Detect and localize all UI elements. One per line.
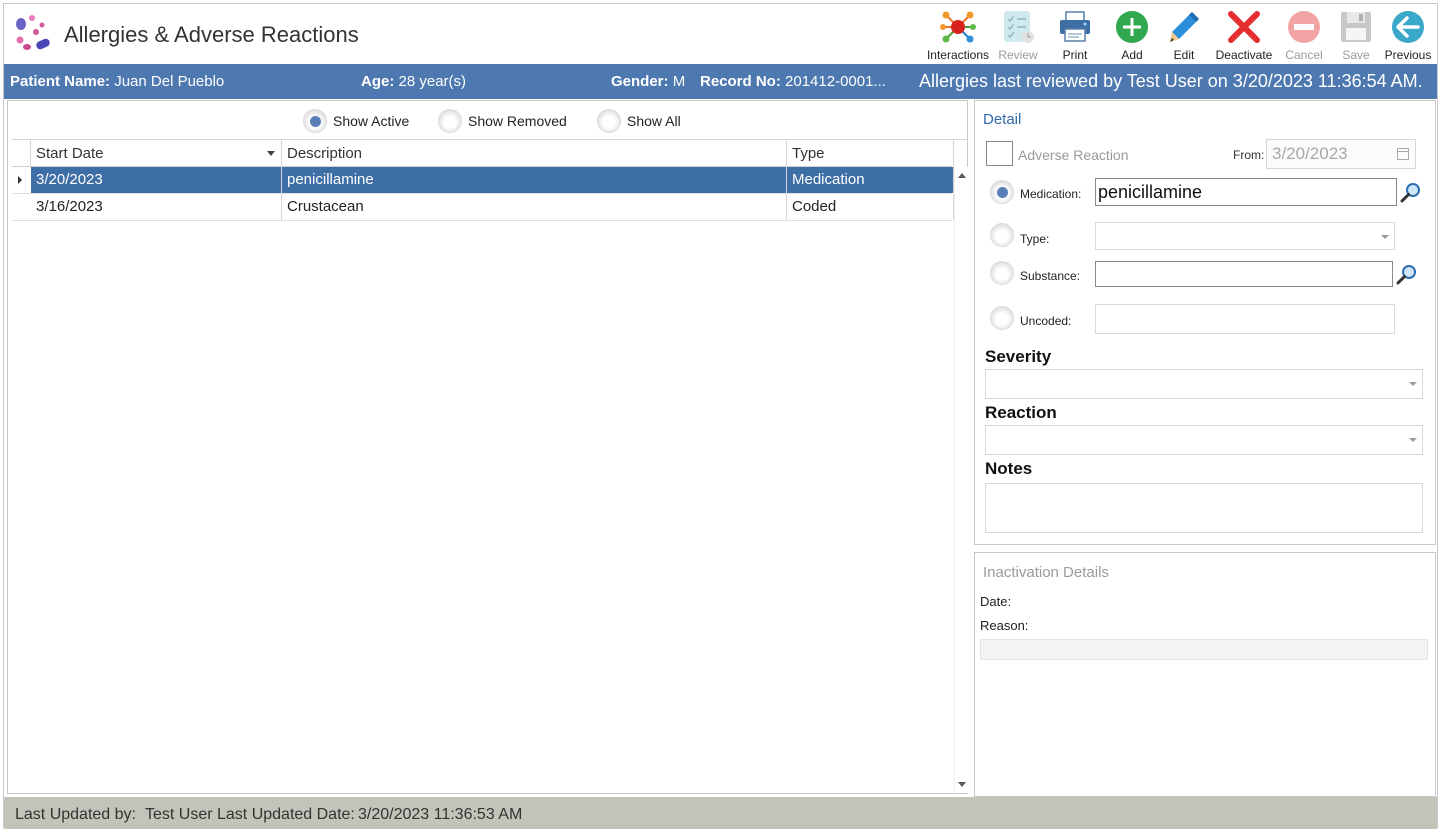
cell-description: penicillamine (282, 167, 787, 193)
adverse-reaction-label: Adverse Reaction (1018, 147, 1129, 163)
substance-input[interactable] (1095, 261, 1393, 287)
interactions-button[interactable]: Interactions (925, 6, 991, 62)
allergy-list-panel: Show Active Show Removed Show All Start … (7, 100, 968, 794)
pills-logo-icon (16, 15, 50, 50)
cell-start-date: 3/16/2023 (31, 194, 282, 220)
header: Allergies & Adverse Reactions Interactio… (4, 4, 1437, 64)
reaction-dropdown[interactable] (985, 425, 1423, 455)
scroll-down-arrow-icon[interactable] (958, 782, 966, 787)
calendar-icon[interactable] (1397, 148, 1409, 160)
last-updated-date-label: Last Updated Date: (217, 806, 355, 823)
cell-description: Crustacean (282, 194, 787, 220)
sort-descending-icon (267, 151, 275, 156)
scroll-up-arrow-icon[interactable] (958, 173, 966, 178)
adverse-reaction-checkbox[interactable] (986, 141, 1013, 166)
inactivation-panel: Inactivation Details Date: Reason: (974, 552, 1436, 797)
last-updated-by-label: Last Updated by: (15, 806, 136, 823)
print-button[interactable]: Print (1045, 6, 1105, 62)
last-updated-by-value: Test User (145, 806, 213, 823)
chevron-down-icon (1409, 382, 1417, 386)
type-label: Type: (1020, 232, 1050, 246)
severity-dropdown[interactable] (985, 369, 1423, 399)
printer-icon (1060, 11, 1090, 42)
inactivation-date-label: Date: (980, 594, 1012, 609)
patient-age: Age: 28 year(s) (361, 73, 467, 90)
notes-textarea[interactable] (985, 483, 1423, 533)
substance-label: Substance: (1020, 269, 1081, 283)
reaction-label: Reaction (985, 403, 1057, 422)
detail-panel: Detail Adverse Reaction From: 3/20/2023 … (974, 100, 1436, 545)
app-window: Allergies & Adverse Reactions Interactio… (3, 3, 1438, 829)
deactivate-button[interactable]: Deactivate (1211, 6, 1277, 62)
save-button[interactable]: Save (1331, 6, 1381, 62)
chevron-down-icon (1409, 438, 1417, 442)
table-row[interactable]: 3/16/2023 Crustacean Coded (12, 194, 954, 221)
current-row-indicator-icon (18, 176, 22, 184)
detail-title: Detail (983, 111, 1022, 128)
patient-gender: Gender: M (611, 73, 686, 90)
patient-info-bar: Patient Name: Juan Del Pueblo Age: 28 ye… (4, 64, 1437, 99)
show-removed-radio[interactable]: Show Removed (438, 109, 567, 133)
last-reviewed-text: Allergies last reviewed by Test User on … (919, 71, 1423, 91)
add-button[interactable]: Add (1107, 6, 1157, 62)
column-header-description[interactable]: Description (282, 140, 787, 167)
radio-button[interactable] (597, 109, 621, 133)
uncoded-label: Uncoded: (1020, 314, 1072, 328)
row-selector-header (12, 140, 31, 166)
molecule-icon (940, 11, 976, 43)
status-footer: Last Updated by: Test User Last Updated … (4, 797, 1437, 829)
patient-record-number: Record No: 201412-0001... (700, 73, 886, 90)
page-title: Allergies & Adverse Reactions (64, 22, 359, 47)
show-active-radio[interactable]: Show Active (303, 109, 409, 133)
column-header-start-date[interactable]: Start Date (31, 140, 282, 167)
medication-input[interactable]: penicillamine (1095, 178, 1397, 206)
vertical-scrollbar[interactable] (954, 167, 968, 793)
from-date-input[interactable]: 3/20/2023 (1266, 139, 1416, 169)
table-row[interactable]: 3/20/2023 penicillamine Medication (12, 167, 954, 194)
cell-type: Medication (787, 167, 954, 193)
patient-name: Patient Name: Juan Del Pueblo (10, 73, 225, 90)
floppy-disk-icon (1341, 12, 1371, 42)
magnifier-icon[interactable] (1395, 262, 1419, 286)
uncoded-input[interactable] (1095, 304, 1395, 334)
severity-label: Severity (985, 347, 1052, 366)
last-updated-date-value: 3/20/2023 11:36:53 AM (358, 806, 523, 823)
column-header-type[interactable]: Type (787, 140, 954, 167)
medication-radio[interactable] (990, 180, 1014, 204)
inactivation-reason-field (980, 639, 1428, 660)
cell-type: Coded (787, 194, 954, 220)
cell-start-date: 3/20/2023 (31, 167, 282, 193)
substance-radio[interactable] (990, 261, 1014, 285)
minus-circle-icon (1288, 11, 1320, 43)
previous-button[interactable]: Previous (1383, 6, 1433, 62)
magnifier-icon[interactable] (1399, 180, 1423, 204)
x-mark-icon (1228, 11, 1260, 43)
checklist-icon (1004, 11, 1034, 43)
plus-circle-icon (1116, 11, 1148, 43)
type-radio[interactable] (990, 223, 1014, 247)
uncoded-radio[interactable] (990, 306, 1014, 330)
notes-label: Notes (985, 459, 1033, 478)
inactivation-title: Inactivation Details (983, 564, 1109, 581)
show-all-radio[interactable]: Show All (597, 109, 681, 133)
type-dropdown[interactable] (1095, 222, 1395, 250)
from-label: From: (1233, 148, 1265, 162)
radio-button[interactable] (438, 109, 462, 133)
inactivation-reason-label: Reason: (980, 618, 1029, 633)
back-arrow-icon (1392, 11, 1424, 43)
review-button[interactable]: Review (993, 6, 1043, 62)
toolbar: Interactions Review Print Add Edit Deact… (923, 6, 1433, 62)
edit-button[interactable]: Edit (1159, 6, 1209, 62)
medication-label: Medication: (1020, 187, 1082, 201)
pencil-icon (1170, 12, 1199, 42)
chevron-down-icon (1381, 235, 1389, 239)
allergy-grid: Start Date Description Type 3/20/2023 pe… (12, 139, 968, 793)
status-filter: Show Active Show Removed Show All (8, 105, 967, 135)
grid-header: Start Date Description Type (12, 140, 954, 167)
cancel-button[interactable]: Cancel (1279, 6, 1329, 62)
radio-button[interactable] (303, 109, 327, 133)
